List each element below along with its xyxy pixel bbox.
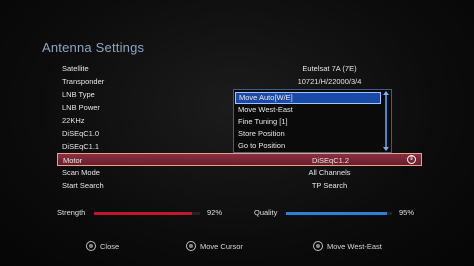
- dropdown-item[interactable]: Store Position: [235, 128, 381, 140]
- row-motor[interactable]: Motor DiSEqC1.2 ⇕: [57, 153, 422, 166]
- quality-value: 95%: [399, 208, 415, 217]
- footer-move-west-east[interactable]: Move West-East: [313, 241, 382, 252]
- exit-button-icon: [86, 241, 96, 252]
- motor-dropdown-list[interactable]: Move Auto[W/E] Move West-East Fine Tunin…: [233, 89, 392, 153]
- row-label: LNB Power: [62, 103, 100, 112]
- scroll-track: [385, 95, 387, 147]
- row-value: Eutelsat 7A (7E): [302, 64, 357, 73]
- navigation-button-icon: [186, 241, 196, 252]
- row-label: Motor: [63, 155, 83, 165]
- row-label: Start Search: [62, 181, 104, 190]
- footer-close-label: Close: [100, 242, 120, 251]
- row-value: TP Search: [311, 181, 348, 190]
- row-label: DiSEqC1.0: [62, 129, 100, 138]
- dropdown-scrollbar[interactable]: [383, 91, 389, 151]
- quality-label: Quality: [254, 208, 278, 217]
- footer-move-west-east-label: Move West-East: [327, 242, 382, 251]
- row-value: 10721/H/22000/3/4: [297, 77, 362, 86]
- strength-fill: [94, 212, 192, 215]
- row-label: Satellite: [62, 64, 89, 73]
- row-satellite[interactable]: Satellite Eutelsat 7A (7E): [57, 62, 422, 75]
- row-transponder[interactable]: Transponder 10721/H/22000/3/4: [57, 75, 422, 88]
- footer-move-cursor-label: Move Cursor: [200, 242, 243, 251]
- footer-move-cursor[interactable]: Move Cursor: [186, 241, 243, 252]
- dropdown-item[interactable]: Move Auto[W/E]: [235, 92, 381, 104]
- row-label: LNB Type: [62, 90, 95, 99]
- footer-close[interactable]: Close: [86, 241, 120, 252]
- dropdown-item[interactable]: Fine Tuning [1]: [235, 116, 381, 128]
- antenna-settings-screen: Antenna Settings Satellite Eutelsat 7A (…: [0, 0, 474, 266]
- quality-meter: [286, 212, 392, 215]
- quality-fill: [286, 212, 387, 215]
- row-label: 22KHz: [62, 116, 85, 125]
- row-start-search[interactable]: Start Search TP Search: [57, 179, 422, 192]
- row-value: DiSEqC1.2: [311, 155, 350, 165]
- strength-meter: [94, 212, 200, 215]
- row-label: Transponder: [62, 77, 105, 86]
- row-label: DiSEqC1.1: [62, 142, 100, 151]
- page-title: Antenna Settings: [42, 40, 145, 55]
- dropdown-item[interactable]: Go to Position: [235, 140, 381, 152]
- row-label: Scan Mode: [62, 168, 100, 177]
- scroll-down-icon[interactable]: [383, 147, 389, 151]
- strength-label: Strength: [57, 208, 86, 217]
- left-right-button-icon: [313, 241, 323, 252]
- row-value: All Channels: [308, 168, 351, 177]
- strength-value: 92%: [207, 208, 223, 217]
- row-scan-mode[interactable]: Scan Mode All Channels: [57, 166, 422, 179]
- dropdown-item[interactable]: Move West-East: [235, 104, 381, 116]
- dropdown-toggle-icon[interactable]: ⇕: [407, 155, 416, 164]
